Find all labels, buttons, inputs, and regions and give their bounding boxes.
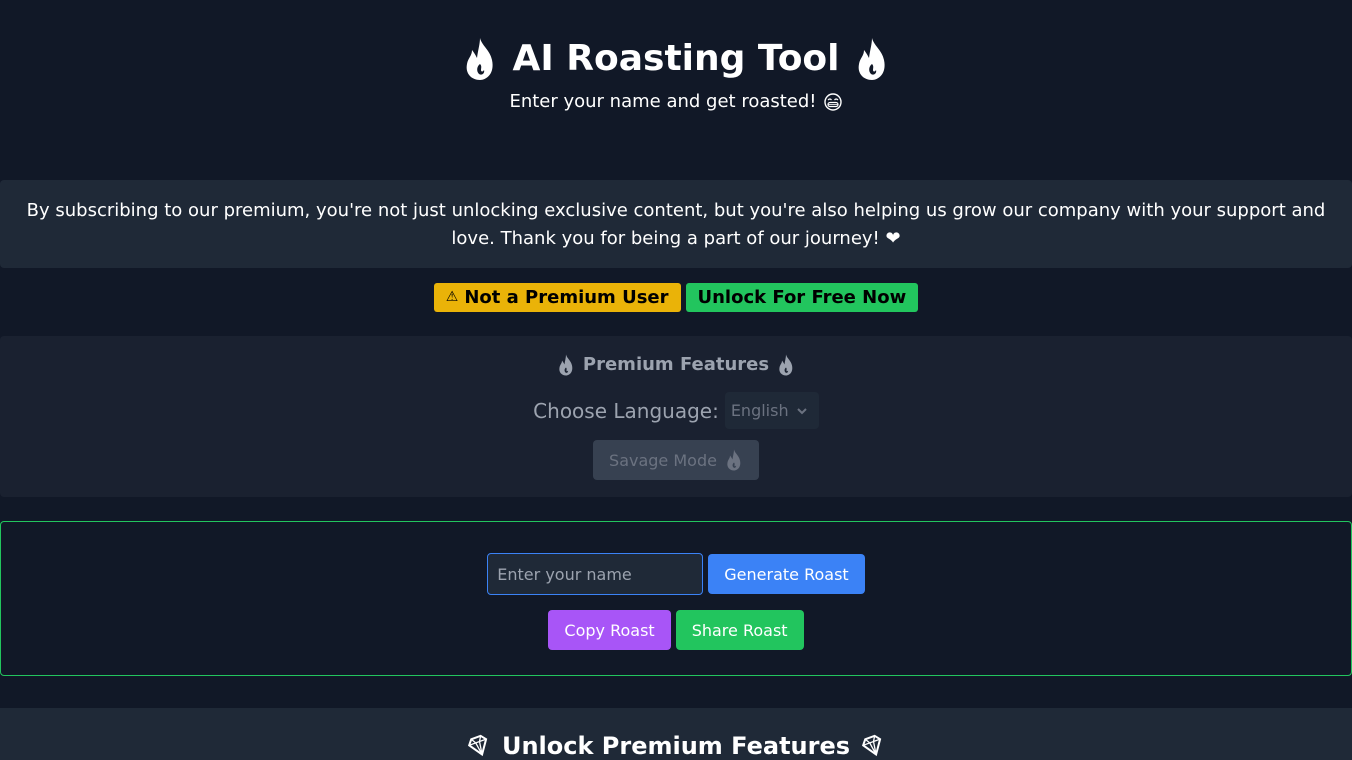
generate-roast-button[interactable]: Generate Roast [708, 554, 865, 594]
premium-notice: By subscribing to our premium, you're no… [0, 180, 1352, 268]
savage-mode-button[interactable]: Savage Mode [593, 440, 759, 480]
language-select[interactable]: English [724, 392, 819, 429]
subtitle: Enter your name and get roasted! [0, 90, 1352, 114]
premium-features-panel: Premium Features Choose Language: Englis… [0, 336, 1352, 497]
fire-icon [559, 354, 573, 376]
fire-icon [467, 38, 494, 80]
premium-status-row: ⚠ Not a Premium User Unlock For Free Now [0, 283, 1352, 312]
savage-mode-label: Savage Mode [609, 450, 717, 470]
share-roast-button[interactable]: Share Roast [675, 610, 804, 650]
fire-icon [727, 449, 741, 471]
language-row: Choose Language: English [0, 392, 1352, 429]
unlock-free-button[interactable]: Unlock For Free Now [685, 283, 919, 312]
roast-actions-row: Copy Roast Share Roast [1, 610, 1351, 650]
not-premium-label: Not a Premium User [464, 287, 669, 308]
page-title: AI Roasting Tool [0, 30, 1352, 88]
name-input[interactable] [487, 553, 704, 595]
name-input-row: Generate Roast [1, 553, 1351, 595]
language-selected-value: English [730, 401, 789, 420]
title-text: AI Roasting Tool [512, 38, 840, 79]
unlock-premium-text: Unlock Premium Features [501, 732, 851, 760]
gem-icon [467, 734, 488, 757]
copy-roast-button[interactable]: Copy Roast [548, 610, 671, 650]
roast-generator-panel: Generate Roast Copy Roast Share Roast [0, 521, 1352, 676]
subtitle-text: Enter your name and get roasted! [509, 91, 817, 112]
not-premium-badge: ⚠ Not a Premium User [433, 283, 681, 312]
laughing-emoji-icon [823, 93, 842, 111]
warning-icon: ⚠ [445, 289, 459, 305]
notice-text: By subscribing to our premium, you're no… [26, 200, 1326, 249]
premium-features-text: Premium Features [582, 354, 770, 375]
gem-icon [862, 734, 882, 757]
language-label: Choose Language: [533, 398, 719, 423]
premium-features-title: Premium Features [0, 352, 1352, 378]
chevron-down-icon [796, 407, 807, 414]
page-header: AI Roasting Tool Enter your name and get… [0, 0, 1352, 180]
fire-icon [858, 38, 885, 80]
fire-icon [779, 354, 793, 376]
unlock-premium-title: Unlock Premium Features [0, 732, 1352, 760]
unlock-premium-section: Unlock Premium Features [0, 708, 1352, 760]
